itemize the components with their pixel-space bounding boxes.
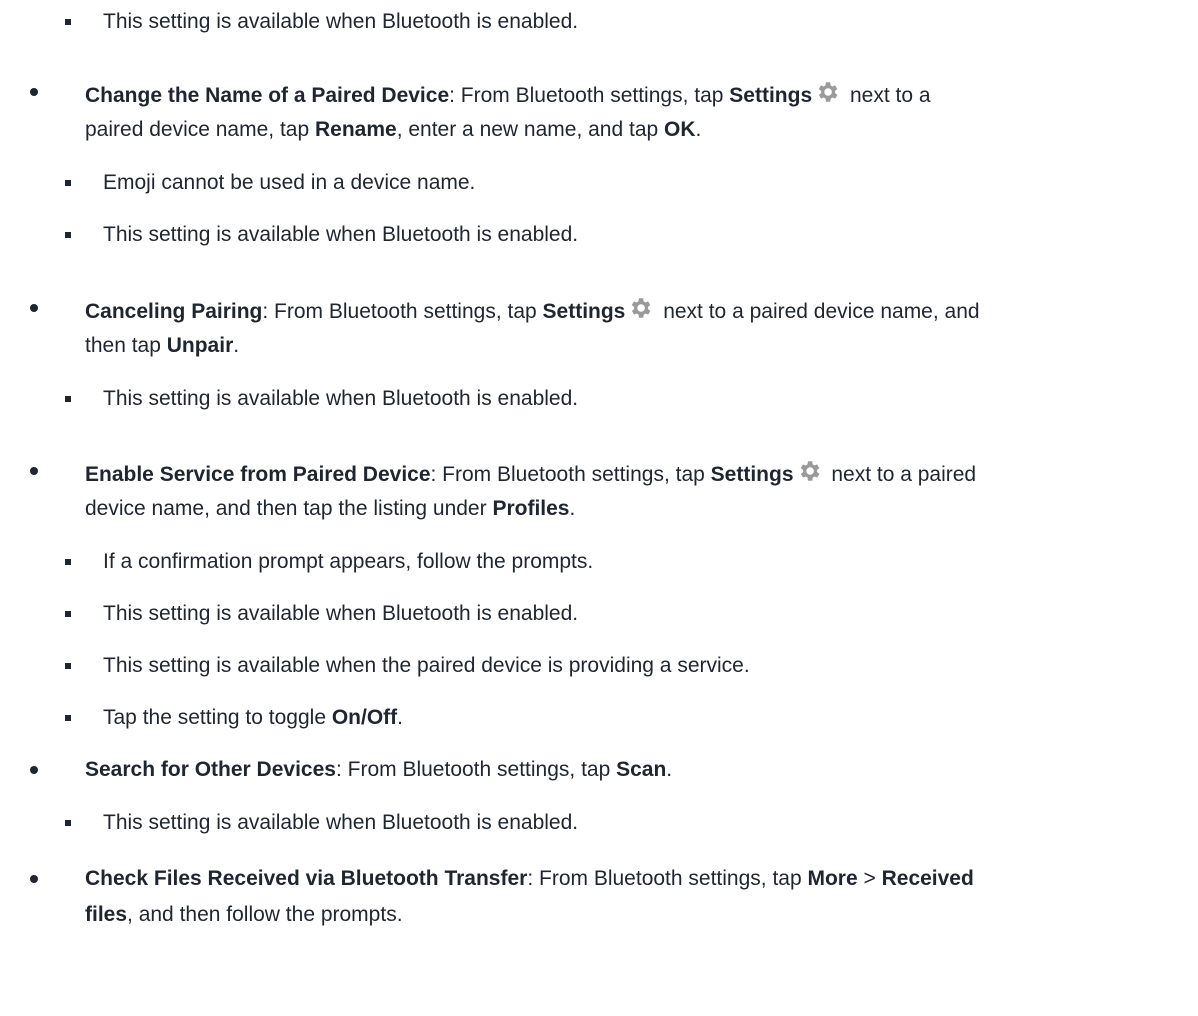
section-title: Check Files Received via Bluetooth Trans… (85, 867, 528, 890)
section-title: Change the Name of a Paired Device (85, 84, 450, 107)
section-title: Search for Other Devices (85, 758, 336, 781)
section-service-line-2: device name, and then tap the listing un… (85, 497, 576, 520)
square-bullet (65, 611, 71, 617)
square-bullet (65, 663, 71, 669)
square-bullet (65, 820, 71, 826)
section-rename-line-2: paired device name, tap Rename, enter a … (85, 118, 702, 141)
square-bullet (65, 232, 71, 238)
square-bullet (65, 180, 71, 186)
settings-gear-icon (814, 79, 840, 105)
section-unpair-line-2: then tap Unpair. (85, 334, 240, 357)
round-bullet (30, 766, 38, 774)
settings-gear-icon (627, 295, 653, 321)
document-page: This setting is available when Bluetooth… (0, 0, 1198, 1016)
round-bullet (30, 88, 38, 96)
square-bullet (65, 396, 71, 402)
square-bullet (65, 559, 71, 565)
square-bullet (65, 715, 71, 721)
square-bullet (65, 19, 71, 25)
section-title: Enable Service from Paired Device (85, 463, 431, 486)
round-bullet (30, 467, 38, 475)
section-received-line-2: files, and then follow the prompts. (85, 903, 403, 926)
round-bullet (30, 875, 38, 883)
round-bullet (30, 304, 38, 312)
section-title: Canceling Pairing (85, 300, 263, 323)
list-item-text: This setting is available when Bluetooth… (103, 10, 579, 33)
settings-gear-icon (796, 458, 822, 484)
